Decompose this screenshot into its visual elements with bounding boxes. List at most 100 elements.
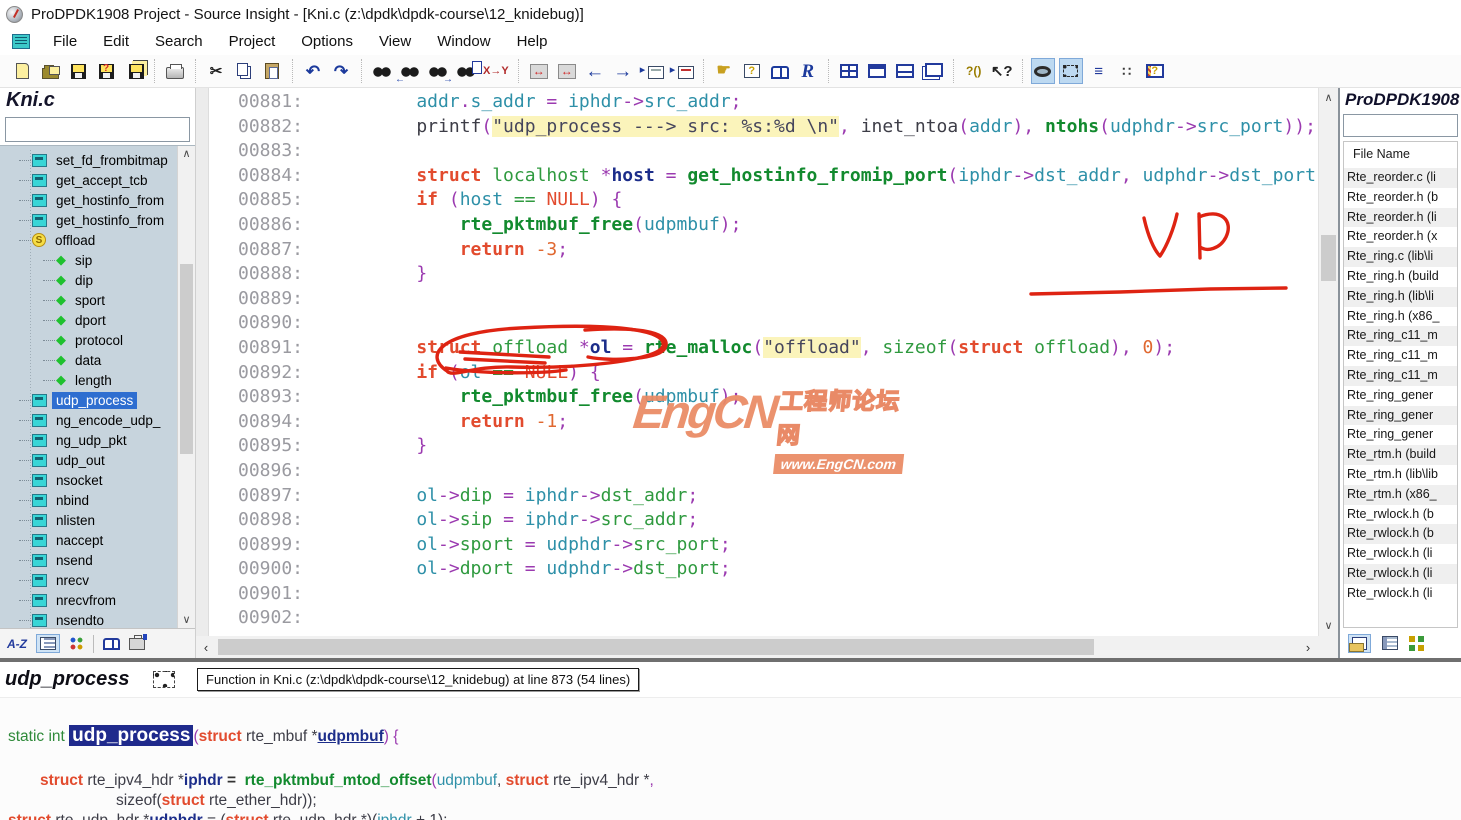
undo-button[interactable]: ↶ — [301, 58, 325, 84]
sidebar-item-ng_udp_pkt[interactable]: ng_udp_pkt — [0, 430, 177, 450]
window-cascade-button[interactable] — [921, 58, 945, 84]
code-line-00887[interactable]: 00887: return -3; — [210, 238, 1318, 263]
file-view-button[interactable] — [1348, 634, 1371, 653]
scroll-down-icon[interactable]: ∨ — [178, 612, 195, 628]
go-forward-button[interactable]: → — [611, 58, 635, 84]
scroll-up-icon[interactable]: ∧ — [178, 146, 195, 162]
code-editor[interactable]: 00881: addr.s_addr = iphdr->src_addr;008… — [196, 88, 1318, 636]
file-list-item[interactable]: Rte_ring.h (build — [1344, 267, 1457, 287]
code-line-00901[interactable]: 00901: — [210, 582, 1318, 607]
scroll-down-icon[interactable]: ∨ — [1319, 618, 1338, 634]
code-line-00896[interactable]: 00896: — [210, 459, 1318, 484]
sync-back-button[interactable]: ↔ — [527, 58, 551, 84]
sidebar-item-get_hostinfo_from[interactable]: get_hostinfo_from — [0, 190, 177, 210]
file-list-item[interactable]: Rte_rwlock.h (li — [1344, 584, 1457, 604]
sidebar-item-set_fd_frombitmap[interactable]: set_fd_frombitmap — [0, 150, 177, 170]
code-line-00890[interactable]: 00890: — [210, 311, 1318, 336]
file-list-item[interactable]: Rte_rtm.h (x86_ — [1344, 485, 1457, 505]
copy-button[interactable] — [232, 58, 256, 84]
symbol-window-button[interactable]: ∷ — [1115, 58, 1139, 84]
editor-vertical-scrollbar[interactable]: ∧ ∨ — [1318, 88, 1338, 636]
sidebar-item-nrecv[interactable]: nrecv — [0, 570, 177, 590]
scrollbar-thumb[interactable] — [1321, 235, 1336, 281]
scrollbar-thumb[interactable] — [218, 639, 1094, 655]
sidebar-item-nsend[interactable]: nsend — [0, 550, 177, 570]
redo-button[interactable]: ↷ — [329, 58, 353, 84]
sidebar-item-nsocket[interactable]: nsocket — [0, 470, 177, 490]
code-line-00902[interactable]: 00902: — [210, 606, 1318, 631]
code-line-00882[interactable]: 00882: printf("udp_process ---> src: %s:… — [210, 115, 1318, 140]
save-query-button[interactable] — [94, 58, 118, 84]
sidebar-item-dip[interactable]: ◆dip — [0, 270, 177, 290]
reference-list-button[interactable]: R — [796, 58, 820, 84]
document-window-icon[interactable] — [12, 34, 30, 49]
code-line-00886[interactable]: 00886: rte_pktmbuf_free(udpmbuf); — [210, 213, 1318, 238]
symbol-types-button[interactable] — [69, 637, 84, 650]
code-line-00888[interactable]: 00888: } — [210, 262, 1318, 287]
menu-view[interactable]: View — [366, 31, 424, 52]
sort-alphabetic-button[interactable]: A-Z — [7, 637, 27, 651]
code-line-00884[interactable]: 00884: struct localhost *host = get_host… — [210, 164, 1318, 189]
relation-window-icon[interactable] — [153, 671, 175, 688]
sidebar-item-udp_out[interactable]: udp_out — [0, 450, 177, 470]
sidebar-item-nlisten[interactable]: nlisten — [0, 510, 177, 530]
help-topics-button[interactable]: ? — [1143, 58, 1167, 84]
icon-view-button[interactable] — [1409, 636, 1424, 651]
sync-forward-button[interactable]: ↔ — [555, 58, 579, 84]
code-line-00897[interactable]: 00897: ol->dip = iphdr->dst_addr; — [210, 484, 1318, 509]
go-back-button[interactable]: ← — [583, 58, 607, 84]
code-line-00889[interactable]: 00889: — [210, 287, 1318, 312]
browse-book-button[interactable] — [103, 638, 120, 650]
help-book-button[interactable] — [768, 58, 792, 84]
code-line-00900[interactable]: 00900: ol->dport = udphdr->dst_port; — [210, 557, 1318, 582]
editor-horizontal-scrollbar[interactable]: ‹ › — [196, 636, 1318, 658]
detail-view-button[interactable] — [1382, 636, 1398, 650]
context-help-button[interactable]: ↖? — [990, 58, 1014, 84]
file-list-item[interactable]: Rte_reorder.h (li — [1344, 208, 1457, 228]
file-list-item[interactable]: Rte_rwlock.h (li — [1344, 564, 1457, 584]
file-list-item[interactable]: Rte_ring_gener — [1344, 425, 1457, 445]
symbol-filter-input[interactable] — [5, 117, 190, 142]
file-list-item[interactable]: Rte_ring_c11_m — [1344, 346, 1457, 366]
find-button[interactable] — [370, 58, 394, 84]
open-file-button[interactable] — [38, 58, 62, 84]
file-list-item[interactable]: Rte_reorder.h (x — [1344, 227, 1457, 247]
properties-button[interactable] — [129, 638, 145, 650]
symbol-tree-scrollbar[interactable]: ∧ ∨ — [177, 146, 195, 628]
select-block-button[interactable] — [1059, 58, 1083, 84]
sidebar-item-sip[interactable]: ◆sip — [0, 250, 177, 270]
menu-window[interactable]: Window — [424, 31, 503, 52]
symbol-info-button[interactable]: ? — [740, 58, 764, 84]
jump-to-reference-button[interactable] — [669, 58, 695, 84]
window-maximize-button[interactable] — [865, 58, 889, 84]
file-list-item[interactable]: Rte_reorder.h (b — [1344, 188, 1457, 208]
call-hierarchy-button[interactable]: ?() — [962, 58, 986, 84]
menu-search[interactable]: Search — [142, 31, 216, 52]
file-list-item[interactable]: Rte_ring_c11_m — [1344, 366, 1457, 386]
sidebar-item-ng_encode_udp_[interactable]: ng_encode_udp_ — [0, 410, 177, 430]
cut-button[interactable]: ✂ — [204, 58, 228, 84]
replace-button[interactable]: X→Y — [482, 58, 510, 84]
sidebar-item-nrecvfrom[interactable]: nrecvfrom — [0, 590, 177, 610]
sidebar-item-data[interactable]: ◆data — [0, 350, 177, 370]
code-line-00894[interactable]: 00894: return -1; — [210, 410, 1318, 435]
scroll-right-icon[interactable]: › — [1298, 640, 1318, 655]
window-split-button[interactable] — [893, 58, 917, 84]
print-button[interactable] — [163, 58, 187, 84]
menu-help[interactable]: Help — [504, 31, 561, 52]
file-list-item[interactable]: Rte_rwlock.h (b — [1344, 524, 1457, 544]
sidebar-item-naccept[interactable]: naccept — [0, 530, 177, 550]
scroll-left-icon[interactable]: ‹ — [196, 640, 216, 655]
save-all-button[interactable] — [122, 58, 146, 84]
menu-options[interactable]: Options — [288, 31, 366, 52]
sidebar-item-length[interactable]: ◆length — [0, 370, 177, 390]
sidebar-item-dport[interactable]: ◆dport — [0, 310, 177, 330]
sidebar-item-get_accept_tcb[interactable]: get_accept_tcb — [0, 170, 177, 190]
code-line-00891[interactable]: 00891: struct offload *ol = rte_malloc("… — [210, 336, 1318, 361]
file-list-item[interactable]: Rte_ring.h (x86_ — [1344, 307, 1457, 327]
code-line-00895[interactable]: 00895: } — [210, 434, 1318, 459]
save-button[interactable] — [66, 58, 90, 84]
scrollbar-thumb[interactable] — [180, 264, 193, 454]
find-in-files-button[interactable] — [454, 58, 478, 84]
code-line-00898[interactable]: 00898: ol->sip = iphdr->src_addr; — [210, 508, 1318, 533]
